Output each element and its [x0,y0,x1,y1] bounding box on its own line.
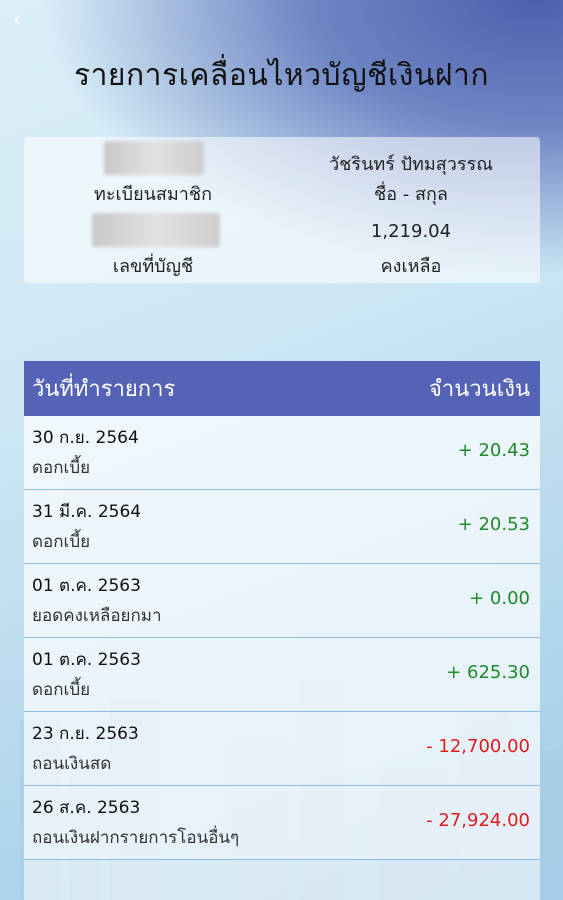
member-id-redacted [104,141,204,175]
amount-column-header: จำนวนเงิน [429,377,530,402]
date-column-header: วันที่ทำรายการ [32,377,176,402]
table-header: วันที่ทำรายการ จำนวนเงิน [24,361,540,416]
transaction-date: 26 ส.ค. 2563 [32,798,141,818]
table-row[interactable]: 01 ต.ค. 2563 ยอดคงเหลือยกมา + 0.00 [24,564,540,638]
transaction-description: ดอกเบี้ย [32,532,91,552]
transaction-description: ถอนเงินฝากรายการโอนอื่นๆ [32,828,240,848]
transaction-amount: + 20.53 [457,514,530,535]
balance-value: 1,219.04 [370,221,452,242]
table-row[interactable]: 26 ส.ค. 2563 ถอนเงินฝากรายการโอนอื่นๆ - 27… [24,786,540,860]
account-number-redacted [92,213,220,247]
transaction-date: 30 ก.ย. 2564 [32,428,139,448]
table-row[interactable]: 31 มี.ค. 2564 ดอกเบี้ย + 20.53 [24,490,540,564]
name-value: วัชรินทร์ ปัทมสุวรรณ [329,154,493,175]
transaction-description: ยอดคงเหลือยกมา [32,606,162,626]
transaction-amount: + 625.30 [446,662,530,683]
transactions-table: วันที่ทำรายการ จำนวนเงิน 30 ก.ย. 2564 ดอก… [24,361,540,900]
transaction-date: 23 ก.ย. 2563 [32,724,139,744]
transaction-description: ดอกเบี้ย [32,458,91,478]
transaction-amount: + 0.00 [469,588,530,609]
table-row[interactable]: 30 ก.ย. 2564 ดอกเบี้ย + 20.43 [24,416,540,490]
transaction-amount: - 12,700.00 [426,736,530,757]
page-title: รายการเคลื่อนไหวบัญชีเงินฝาก [73,58,490,93]
transaction-list[interactable]: 30 ก.ย. 2564 ดอกเบี้ย + 20.43 31 มี.ค. 2564… [24,416,540,860]
back-button[interactable]: ‹ [6,8,28,30]
chevron-left-icon: ‹ [13,7,21,31]
transaction-date: 01 ต.ค. 2563 [32,650,141,670]
member-id-label: ทะเบียนสมาชิก [93,184,213,205]
transaction-description: ดอกเบี้ย [32,680,91,700]
balance-label: คงเหลือ [380,256,442,277]
table-row[interactable]: 01 ต.ค. 2563 ดอกเบี้ย + 625.30 [24,638,540,712]
account-info-card: ทะเบียนสมาชิก วัชรินทร์ ปัทมสุวรรณ ชื่อ … [24,137,540,283]
transaction-amount: + 20.43 [457,440,530,461]
name-label: ชื่อ - สกุล [374,184,448,205]
transaction-date: 01 ต.ค. 2563 [32,576,141,596]
transaction-date: 31 มี.ค. 2564 [32,502,142,522]
table-row[interactable]: 23 ก.ย. 2563 ถอนเงินสด - 12,700.00 [24,712,540,786]
transaction-description: ถอนเงินสด [32,754,112,774]
transaction-amount: - 27,924.00 [426,810,530,831]
account-number-label: เลขที่บัญชี [112,256,194,277]
